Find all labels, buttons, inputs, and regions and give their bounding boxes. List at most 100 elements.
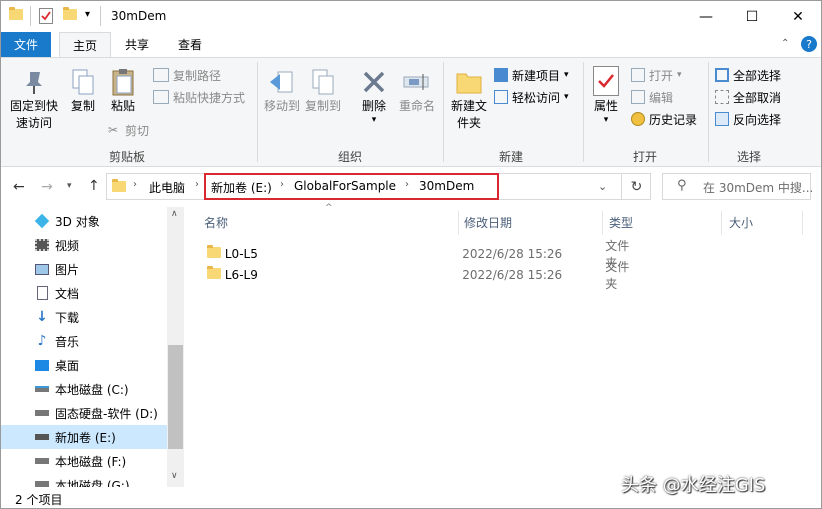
music-icon: ♪: [37, 333, 47, 349]
qat-dropdown-icon[interactable]: ▾: [85, 9, 90, 20]
column-header-type[interactable]: 类型: [609, 207, 633, 237]
drive-icon: [34, 454, 50, 468]
open-button[interactable]: 打开 ▾: [631, 64, 682, 86]
easy-access-icon: [494, 90, 508, 104]
properties-check-icon[interactable]: [39, 8, 53, 24]
new-item-button[interactable]: 新建项目 ▾: [494, 64, 569, 86]
chevron-right-icon: ›: [195, 179, 199, 190]
up-arrow-icon[interactable]: ↑: [88, 178, 100, 194]
properties-button[interactable]: 属性 ▾: [589, 66, 623, 136]
easy-access-button[interactable]: 轻松访问 ▾: [494, 86, 569, 108]
nav-item-drive-f[interactable]: 本地磁盘 (F:): [1, 449, 167, 473]
move-to-button[interactable]: 移动到: [263, 66, 301, 126]
scroll-down-icon[interactable]: ∨: [171, 471, 178, 481]
nav-item-3d-objects[interactable]: 3D 对象: [1, 209, 167, 233]
nav-label: 固态硬盘-软件 (D:): [55, 406, 158, 421]
documents-icon: [34, 286, 50, 300]
collapse-ribbon-icon[interactable]: ⌃: [781, 38, 789, 49]
tab-home[interactable]: 主页: [59, 32, 111, 57]
close-button[interactable]: ✕: [775, 1, 821, 32]
crumb-30mdem[interactable]: 30mDem: [419, 179, 474, 193]
new-folder-button[interactable]: 新建文件夹: [449, 66, 489, 136]
forward-arrow-icon[interactable]: →: [41, 179, 53, 195]
properties-icon: [593, 66, 619, 96]
back-arrow-icon[interactable]: ←: [13, 179, 25, 195]
paste-shortcut-icon: [153, 90, 169, 104]
file-name: L0-L5: [224, 246, 258, 261]
minimize-button[interactable]: —: [683, 1, 729, 32]
tab-file[interactable]: 文件: [1, 32, 51, 57]
new-folder-qa-icon[interactable]: [63, 7, 77, 23]
delete-dropdown-icon[interactable]: ▾: [354, 115, 394, 125]
divider[interactable]: [602, 211, 603, 235]
copy-path-icon: [153, 68, 169, 82]
folder-icon: [9, 7, 23, 23]
table-row[interactable]: L6-L9 2022/6/28 15:26 文件夹: [201, 260, 641, 291]
copy-button[interactable]: 复制: [65, 66, 101, 126]
nav-item-videos[interactable]: 视频: [1, 233, 167, 257]
paste-shortcut-button[interactable]: 粘贴快捷方式: [153, 86, 245, 108]
nav-label: 视频: [55, 238, 80, 253]
column-header-modified[interactable]: 修改日期: [464, 207, 512, 237]
history-button[interactable]: 历史记录: [631, 108, 697, 130]
title-bar: ▾ 30mDem — ☐ ✕: [1, 1, 821, 32]
nav-item-downloads[interactable]: ↓ 下载: [1, 305, 167, 329]
properties-dropdown-icon[interactable]: ▾: [589, 115, 623, 125]
select-all-button[interactable]: 全部选择: [715, 64, 781, 86]
nav-item-drive-e[interactable]: 新加卷 (E:): [1, 425, 167, 449]
crumb-globalforsample[interactable]: GlobalForSample: [294, 179, 396, 193]
nav-item-desktop[interactable]: 桌面: [1, 353, 167, 377]
pin-quick-access-button[interactable]: 固定到快速访问: [9, 66, 59, 136]
divider[interactable]: [721, 211, 722, 235]
divider: [30, 6, 31, 26]
folder-icon: [201, 244, 225, 261]
refresh-icon[interactable]: ↻: [621, 173, 651, 200]
edit-button[interactable]: 编辑: [631, 86, 673, 108]
nav-item-drive-c[interactable]: 本地磁盘 (C:): [1, 377, 167, 401]
rename-button[interactable]: 重命名: [396, 66, 438, 126]
nav-label: 本地磁盘 (C:): [55, 382, 129, 397]
invert-selection-button[interactable]: 反向选择: [715, 108, 781, 130]
column-header-name[interactable]: 名称: [204, 207, 228, 237]
tab-view[interactable]: 查看: [165, 32, 215, 57]
rename-label: 重命名: [398, 99, 435, 113]
tab-share[interactable]: 共享: [113, 32, 161, 57]
maximize-button[interactable]: ☐: [729, 1, 775, 32]
desktop-icon: [34, 358, 50, 372]
scroll-up-icon[interactable]: ∧: [171, 209, 178, 219]
crumb-volume-e[interactable]: 新加卷 (E:): [211, 179, 272, 196]
recent-dropdown-icon[interactable]: ▾: [67, 181, 72, 191]
column-header-size[interactable]: 大小: [729, 207, 753, 237]
select-none-button[interactable]: 全部取消: [715, 86, 781, 108]
scrollbar-thumb[interactable]: [168, 345, 183, 449]
delete-label: 删除: [361, 99, 386, 113]
easy-access-label: 轻松访问: [512, 90, 561, 105]
chevron-right-icon: ›: [405, 179, 409, 190]
nav-item-music[interactable]: ♪ 音乐: [1, 329, 167, 353]
delete-button[interactable]: 删除 ▾: [354, 66, 394, 136]
cut-button[interactable]: ✂ 剪切: [105, 119, 149, 141]
nav-item-documents[interactable]: 文档: [1, 281, 167, 305]
pictures-icon: [34, 262, 50, 276]
new-group-label: 新建: [499, 150, 524, 164]
nav-item-drive-d[interactable]: 固态硬盘-软件 (D:): [1, 401, 167, 425]
help-icon[interactable]: ?: [801, 36, 817, 52]
paste-button[interactable]: 粘贴: [105, 66, 141, 126]
copy-path-button[interactable]: 复制路径: [153, 64, 221, 86]
item-count: 2 个项目: [15, 493, 63, 507]
pin-label: 固定到快速访问: [9, 99, 58, 130]
address-dropdown-icon[interactable]: ⌄: [598, 180, 607, 193]
invert-selection-icon: [715, 112, 729, 126]
ribbon-tabs: 文件 主页 共享 查看 ⌃ ?: [1, 32, 821, 57]
nav-item-drive-g[interactable]: 本地磁盘 (G:): [1, 473, 167, 487]
crumb-this-pc[interactable]: 此电脑: [149, 179, 185, 196]
nav-scrollbar[interactable]: ∧ ∨: [167, 207, 184, 487]
cut-label: 剪切: [125, 123, 150, 138]
copy-to-button[interactable]: 复制到: [304, 66, 342, 126]
organize-group-label: 组织: [338, 150, 363, 164]
table-row[interactable]: L0-L5 2022/6/28 15:26 文件夹: [201, 239, 641, 270]
nav-item-pictures[interactable]: 图片: [1, 257, 167, 281]
divider: [443, 62, 444, 162]
divider[interactable]: [802, 211, 803, 235]
divider[interactable]: [458, 211, 459, 235]
